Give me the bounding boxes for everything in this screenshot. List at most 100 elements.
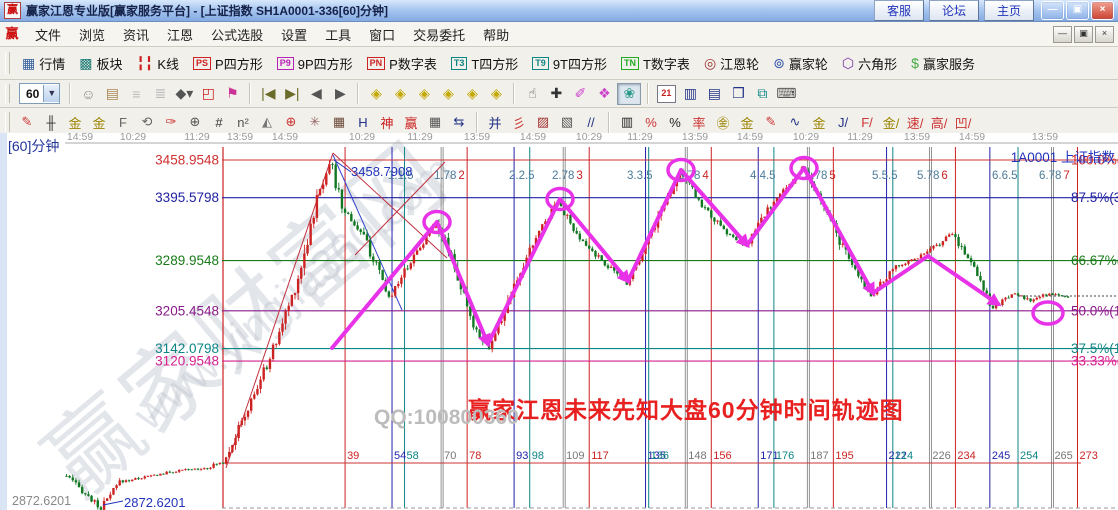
period-combo[interactable]: 60▼: [19, 83, 60, 104]
hash-grid-icon[interactable]: #: [207, 112, 231, 133]
n-square-icon[interactable]: n²: [231, 112, 255, 133]
gann-wheel-button[interactable]: ◎江恩轮: [697, 52, 766, 75]
diamond-tool-3-icon[interactable]: ◈: [413, 84, 435, 104]
diamond-tool-4-icon[interactable]: ◈: [437, 84, 459, 104]
menu-item-0[interactable]: 文件: [26, 23, 70, 46]
wave-tool-icon[interactable]: ∿: [783, 112, 807, 133]
p-square-button[interactable]: PSP四方形: [186, 52, 270, 75]
step-back-icon[interactable]: ◀: [305, 84, 327, 104]
grid-lines-icon[interactable]: ╫: [39, 112, 63, 133]
angle-pen-icon[interactable]: ✐: [569, 84, 591, 104]
winner-wheel-button[interactable]: ⊚赢家轮: [766, 52, 835, 75]
smiley-icon[interactable]: ☺: [77, 84, 99, 104]
menu-item-8[interactable]: 交易委托: [404, 23, 474, 46]
brush-2-icon[interactable]: ✎: [759, 112, 783, 133]
hatch-dark-icon[interactable]: ▧: [555, 112, 579, 133]
analysis-icon[interactable]: ❀: [617, 83, 641, 105]
workstation-icon[interactable]: ⌨: [775, 84, 797, 104]
target-icon[interactable]: ⊕: [279, 112, 303, 133]
angle-ruler-icon[interactable]: ◭: [255, 112, 279, 133]
concave-slope-icon[interactable]: 凹/: [951, 112, 975, 133]
gold-slope-icon[interactable]: 金/: [879, 112, 903, 133]
percent-line-icon[interactable]: %: [639, 112, 663, 133]
circle-cross-icon[interactable]: ⊕: [183, 112, 207, 133]
quick-button-0[interactable]: 客服: [874, 0, 924, 21]
shen-tool-icon[interactable]: 神: [375, 112, 399, 133]
t-number-table-button[interactable]: TNT数字表: [614, 52, 697, 75]
menu-item-1[interactable]: 浏览: [70, 23, 114, 46]
step-last-icon[interactable]: ▶|: [281, 84, 303, 104]
mdi-minimize-button[interactable]: —: [1053, 26, 1072, 43]
menu-item-7[interactable]: 窗口: [360, 23, 404, 46]
crosshair-icon[interactable]: ✚: [545, 84, 567, 104]
ying-tool-icon[interactable]: 赢: [399, 112, 423, 133]
percent-icon[interactable]: %: [663, 112, 687, 133]
star-web-icon[interactable]: ✳: [303, 112, 327, 133]
gold-grid-2-icon[interactable]: 金: [87, 112, 111, 133]
menu-item-3[interactable]: 江恩: [158, 23, 202, 46]
high-slope-icon[interactable]: 高/: [927, 112, 951, 133]
hand-icon[interactable]: ☝: [521, 84, 543, 104]
grid-123-icon[interactable]: ▦: [423, 112, 447, 133]
quotes-button[interactable]: ▦行情: [15, 52, 72, 75]
close-button[interactable]: ×: [1091, 1, 1114, 20]
brush-icon[interactable]: ✎: [15, 112, 39, 133]
gold-circle-icon[interactable]: ㊎: [711, 112, 735, 133]
bars-small-icon[interactable]: ≡: [125, 84, 147, 104]
fan-rays-icon[interactable]: 彡: [507, 112, 531, 133]
diamond-tool-6-icon[interactable]: ◈: [485, 84, 507, 104]
channel-icon[interactable]: 并: [483, 112, 507, 133]
kline-button[interactable]: ╏╏K线: [130, 52, 187, 75]
step-forward-icon[interactable]: ▶: [329, 84, 351, 104]
ratio-icon[interactable]: 率: [687, 112, 711, 133]
step-first-icon[interactable]: |◀: [257, 84, 279, 104]
table-tool-icon[interactable]: ▥: [615, 112, 639, 133]
gold-levels-icon[interactable]: 金: [735, 112, 759, 133]
f-grid-icon[interactable]: F: [111, 112, 135, 133]
network-icon[interactable]: ⧉: [751, 84, 773, 104]
chart-canvas[interactable]: 赢家财富网www.yingjia360.com14:5910:2911:2913…: [0, 133, 1118, 510]
menu-item-9[interactable]: 帮助: [474, 23, 518, 46]
save-icon[interactable]: ❒: [727, 84, 749, 104]
mdi-close-button[interactable]: ×: [1095, 26, 1114, 43]
menu-item-2[interactable]: 资讯: [114, 23, 158, 46]
gann-frame-icon[interactable]: ◰: [197, 84, 219, 104]
gold-3-icon[interactable]: 金: [807, 112, 831, 133]
h-arrows-icon[interactable]: ⇆: [447, 112, 471, 133]
gold-grid-1-icon[interactable]: 金: [63, 112, 87, 133]
9p-square-button[interactable]: P99P四方形: [270, 52, 360, 75]
h-marks-icon[interactable]: Η: [351, 112, 375, 133]
menu-item-5[interactable]: 设置: [272, 23, 316, 46]
memo-icon[interactable]: ▤: [703, 84, 725, 104]
pen-tool-icon[interactable]: ✑: [159, 112, 183, 133]
quick-button-2[interactable]: 主页: [984, 0, 1034, 21]
j-slope-icon[interactable]: J/: [831, 112, 855, 133]
diamond-tool-2-icon[interactable]: ◈: [389, 84, 411, 104]
diamond-tool-1-icon[interactable]: ◈: [365, 84, 387, 104]
diamond-tool-5-icon[interactable]: ◈: [461, 84, 483, 104]
pattern-icon[interactable]: ❖: [593, 84, 615, 104]
hexagon-button[interactable]: ⬡六角形: [835, 52, 904, 75]
restore-button[interactable]: ▣: [1066, 1, 1089, 20]
p-number-table-button[interactable]: PNP数字表: [360, 52, 444, 75]
9t-square-button[interactable]: T99T四方形: [525, 52, 614, 75]
speed-slope-icon[interactable]: 速/: [903, 112, 927, 133]
f-slope-icon[interactable]: F/: [855, 112, 879, 133]
slash-lines-icon[interactable]: //: [579, 112, 603, 133]
mdi-restore-button[interactable]: ▣: [1074, 26, 1093, 43]
note-icon[interactable]: ▤: [101, 84, 123, 104]
t-square-button[interactable]: T3T四方形: [444, 52, 525, 75]
calendar-button[interactable]: 21: [655, 84, 677, 104]
box-grid-icon[interactable]: ▦: [327, 112, 351, 133]
menu-item-4[interactable]: 公式选股: [202, 23, 272, 46]
sectors-button[interactable]: ▩板块: [72, 52, 129, 75]
hatch-red-icon[interactable]: ▨: [531, 112, 555, 133]
quick-button-1[interactable]: 论坛: [929, 0, 979, 21]
candle-style-icon[interactable]: ◆▾: [173, 84, 195, 104]
winner-service-button[interactable]: $赢家服务: [904, 52, 982, 75]
calculator-icon[interactable]: ▥: [679, 84, 701, 104]
bars-large-icon[interactable]: ≣: [149, 84, 171, 104]
flag-icon[interactable]: ⚑: [221, 84, 243, 104]
minimize-button[interactable]: —: [1041, 1, 1064, 20]
period-dropdown-icon[interactable]: ▼: [43, 85, 59, 102]
